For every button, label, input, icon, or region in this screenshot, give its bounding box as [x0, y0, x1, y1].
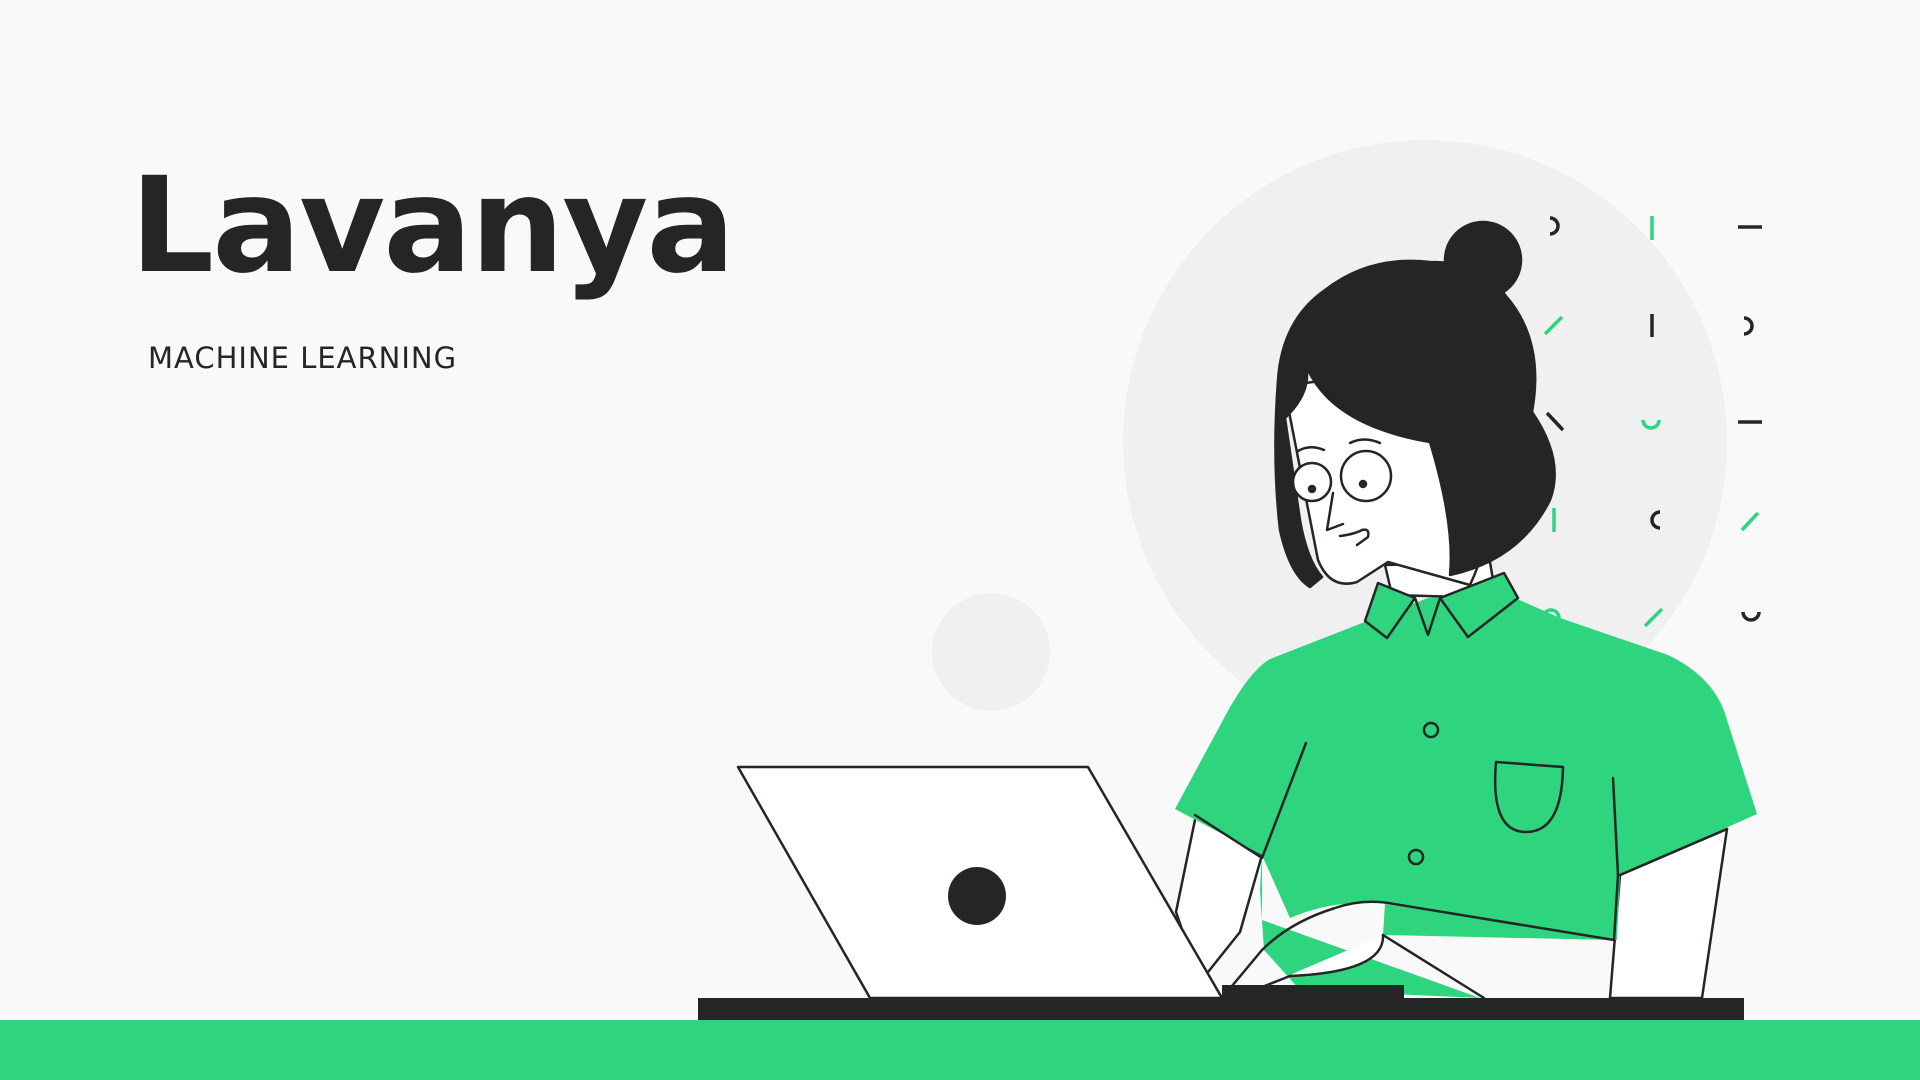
floor-band — [0, 1020, 1920, 1080]
illustration — [0, 140, 1920, 1080]
background-circle-small — [932, 593, 1050, 711]
desk-surface — [698, 998, 1744, 1020]
